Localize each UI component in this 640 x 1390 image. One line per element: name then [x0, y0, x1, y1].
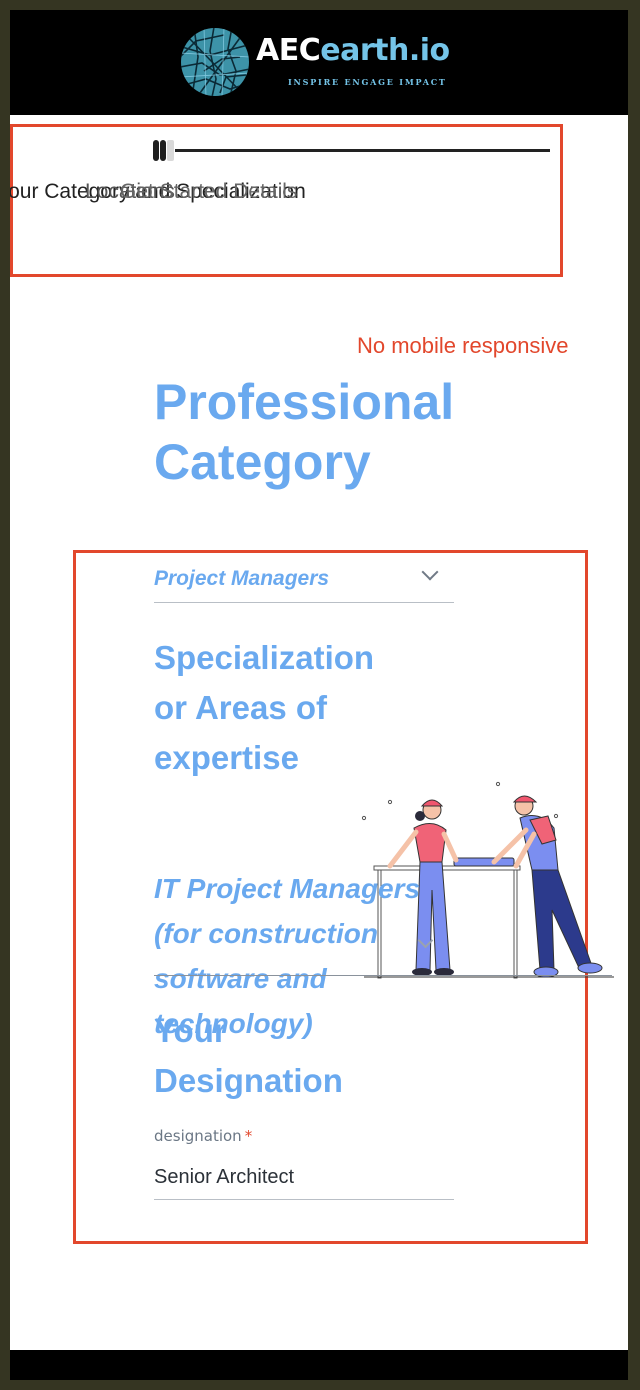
- annotation-note: No mobile responsive: [357, 333, 569, 358]
- designation-label: designation *: [154, 1127, 252, 1145]
- designation-input[interactable]: [154, 1155, 454, 1200]
- specialization-underline: [154, 975, 612, 976]
- brand-name: AECearth.io: [256, 33, 450, 68]
- category-select[interactable]: Project Managers: [154, 562, 454, 603]
- bottom-bar: [10, 1350, 628, 1380]
- step-marker: [153, 140, 159, 161]
- designation-heading: Your Designation: [154, 1012, 343, 1099]
- designation-field: designation *: [154, 1127, 454, 1201]
- app-frame: AECearth.io INSPIRE ENGAGE IMPACT Your C…: [10, 10, 628, 1380]
- brand-name-part2: earth.io: [320, 33, 450, 68]
- step-progress-track: [175, 149, 550, 152]
- category-selected-value: Project Managers: [154, 567, 330, 590]
- page-title: Professional Category: [154, 374, 455, 490]
- globe-map-icon: [181, 28, 249, 96]
- step-marker: [160, 140, 166, 161]
- chevron-down-icon: [421, 563, 439, 581]
- brand-tagline: INSPIRE ENGAGE IMPACT: [288, 77, 447, 87]
- specialization-heading: Specialization or Areas of expertise: [154, 639, 375, 776]
- brand-name-part1: AEC: [256, 33, 321, 68]
- step-marker: [167, 140, 174, 161]
- top-bar: AECearth.io INSPIRE ENGAGE IMPACT: [10, 10, 628, 115]
- required-mark: *: [244, 1127, 253, 1145]
- designation-label-text: designation: [154, 1127, 242, 1145]
- step-label-details[interactable]: Get Started Details: [120, 180, 297, 204]
- step-progress-indicator[interactable]: [153, 140, 175, 161]
- brand-logo[interactable]: AECearth.io INSPIRE ENGAGE IMPACT: [180, 27, 480, 99]
- specialization-select[interactable]: IT Project Managers (for construction so…: [154, 862, 612, 1039]
